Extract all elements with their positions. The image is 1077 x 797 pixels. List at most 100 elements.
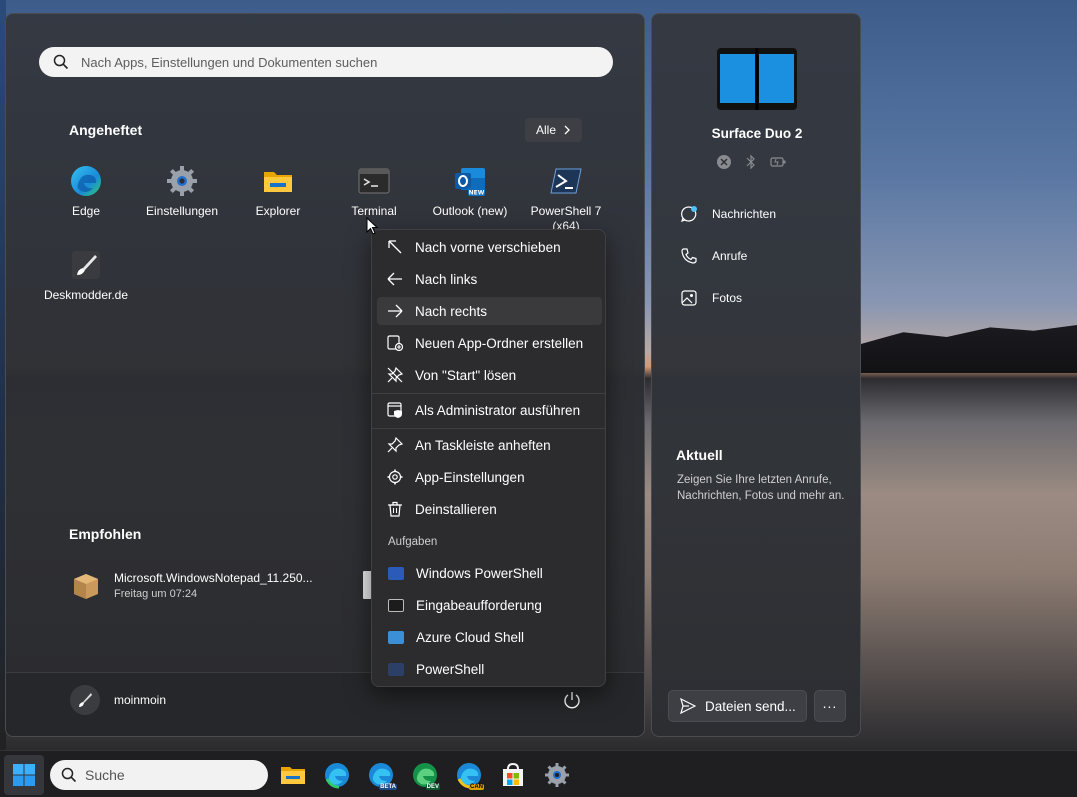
nav-messages[interactable]: Nachrichten bbox=[680, 205, 776, 223]
more-icon: ... bbox=[822, 695, 838, 711]
taskbar-search-input[interactable] bbox=[85, 767, 255, 783]
device-name: Surface Duo 2 bbox=[711, 126, 803, 141]
task-azure-cloud-shell[interactable]: Azure Cloud Shell bbox=[377, 623, 602, 651]
pinned-app-outlook[interactable]: NEW Outlook (new) bbox=[424, 164, 516, 218]
trash-icon bbox=[388, 501, 402, 517]
powershell-icon bbox=[550, 168, 582, 194]
bluetooth-icon bbox=[746, 154, 755, 170]
arrow-up-left-icon bbox=[388, 240, 402, 254]
menu-item-unpin-start[interactable]: Von "Start" lösen bbox=[377, 361, 602, 389]
settings-icon[interactable] bbox=[543, 761, 571, 789]
all-apps-button[interactable]: Alle bbox=[525, 118, 582, 142]
app-label: Einstellungen bbox=[145, 204, 219, 218]
menu-item-label: Nach vorne verschieben bbox=[415, 239, 561, 255]
tasks-header: Aufgaben bbox=[388, 536, 438, 548]
edge-dev-button[interactable]: DEV bbox=[411, 761, 440, 790]
device-status bbox=[716, 154, 786, 170]
windows-start-icon bbox=[13, 764, 35, 786]
mouse-cursor-icon bbox=[366, 217, 378, 235]
start-search-input[interactable] bbox=[81, 54, 581, 70]
menu-item-new-folder[interactable]: Neuen App-Ordner erstellen bbox=[377, 329, 602, 357]
disconnected-icon bbox=[717, 155, 731, 169]
menu-item-move-right[interactable]: Nach rechts bbox=[377, 297, 602, 325]
task-command-prompt[interactable]: Eingabeaufforderung bbox=[377, 591, 602, 619]
windows-powershell-icon bbox=[388, 566, 404, 580]
recent-title: Aktuell bbox=[676, 447, 723, 463]
edge-icon[interactable] bbox=[323, 761, 351, 789]
user-brush-icon bbox=[79, 693, 92, 707]
menu-item-label: Nach rechts bbox=[415, 303, 488, 319]
task-powershell[interactable]: PowerShell bbox=[377, 655, 602, 683]
menu-item-app-settings[interactable]: App-Einstellungen bbox=[377, 463, 602, 491]
settings-gear-icon bbox=[167, 166, 197, 196]
terminal-icon bbox=[358, 168, 390, 194]
more-options-button[interactable]: ... bbox=[814, 690, 846, 722]
file-explorer-icon[interactable] bbox=[279, 761, 307, 789]
pinned-app-powershell7[interactable]: PowerShell 7 (x64) bbox=[520, 164, 612, 233]
pin-icon bbox=[387, 437, 403, 453]
phone-link-panel: Surface Duo 2 Nachrichten Anrufe Fotos A… bbox=[651, 13, 861, 737]
svg-text:NEW: NEW bbox=[469, 190, 485, 197]
menu-item-uninstall[interactable]: Deinstallieren bbox=[377, 495, 602, 523]
canary-badge: CAN bbox=[469, 784, 484, 790]
shield-window-icon bbox=[387, 402, 402, 418]
menu-item-label: Windows PowerShell bbox=[416, 565, 543, 581]
menu-item-move-left[interactable]: Nach links bbox=[377, 265, 602, 293]
store-icon[interactable] bbox=[499, 761, 527, 789]
menu-item-run-as-admin[interactable]: Als Administrator ausführen bbox=[377, 396, 602, 424]
taskbar-search[interactable] bbox=[50, 760, 268, 790]
recommended-item[interactable]: Microsoft.WindowsNotepad_11.250... Freit… bbox=[70, 569, 313, 601]
menu-item-label: Von "Start" lösen bbox=[415, 367, 517, 383]
outlook-icon: NEW bbox=[455, 168, 485, 197]
send-files-button[interactable]: Dateien send... bbox=[668, 690, 807, 722]
nav-label: Fotos bbox=[712, 291, 743, 305]
task-windows-powershell[interactable]: Windows PowerShell bbox=[377, 559, 602, 587]
user-account-button[interactable]: moinmoin bbox=[70, 685, 166, 715]
search-icon bbox=[53, 54, 69, 70]
battery-icon bbox=[770, 157, 786, 167]
azure-cloud-shell-icon bbox=[388, 630, 404, 644]
menu-item-label: Eingabeaufforderung bbox=[416, 597, 542, 613]
edge-icon bbox=[71, 166, 101, 196]
dev-badge: DEV bbox=[425, 784, 440, 790]
menu-item-label: Deinstallieren bbox=[415, 501, 497, 517]
recent-description: Zeigen Sie Ihre letzten Anrufe, Nachrich… bbox=[677, 474, 845, 502]
nav-calls[interactable]: Anrufe bbox=[680, 247, 747, 265]
start-button[interactable] bbox=[4, 755, 44, 795]
desktop-wallpaper-hills bbox=[860, 325, 1077, 373]
menu-item-label: Neuen App-Ordner erstellen bbox=[415, 335, 584, 351]
menu-item-label: Als Administrator ausführen bbox=[415, 402, 581, 418]
cmd-icon bbox=[388, 598, 404, 612]
arrow-left-icon bbox=[387, 272, 402, 286]
package-icon bbox=[74, 574, 98, 599]
brush-icon bbox=[72, 251, 100, 279]
send-icon bbox=[680, 698, 696, 714]
context-menu: Nach vorne verschieben Nach links Nach r… bbox=[371, 229, 606, 687]
start-search-box[interactable] bbox=[39, 47, 613, 77]
pinned-app-deskmodder[interactable]: Deskmodder.de bbox=[40, 248, 132, 302]
app-label: Outlook (new) bbox=[432, 204, 508, 218]
pinned-app-edge[interactable]: Edge bbox=[40, 164, 132, 218]
pinned-app-terminal[interactable]: Terminal bbox=[328, 164, 420, 218]
menu-item-move-to-front[interactable]: Nach vorne verschieben bbox=[377, 233, 602, 261]
app-label: Deskmodder.de bbox=[43, 288, 129, 302]
power-icon[interactable] bbox=[562, 690, 582, 710]
recommended-subtitle: Freitag um 07:24 bbox=[114, 587, 198, 600]
chevron-right-icon bbox=[564, 125, 570, 135]
menu-separator bbox=[372, 393, 605, 394]
avatar bbox=[70, 685, 100, 715]
folder-icon bbox=[264, 172, 292, 192]
send-files-label: Dateien send... bbox=[705, 698, 796, 714]
all-apps-label: Alle bbox=[535, 123, 556, 137]
edge-beta-button[interactable]: BETA bbox=[367, 761, 397, 790]
search-icon bbox=[61, 767, 77, 783]
menu-item-label: An Taskleiste anheften bbox=[415, 437, 551, 453]
menu-separator bbox=[372, 428, 605, 429]
menu-item-pin-taskbar[interactable]: An Taskleiste anheften bbox=[377, 431, 602, 459]
arrow-right-icon bbox=[388, 304, 403, 318]
nav-photos[interactable]: Fotos bbox=[680, 289, 742, 307]
edge-canary-button[interactable]: CAN bbox=[455, 761, 484, 790]
surface-duo-icon bbox=[717, 48, 797, 110]
pinned-app-explorer[interactable]: Explorer bbox=[232, 164, 324, 218]
pinned-app-settings[interactable]: Einstellungen bbox=[136, 164, 228, 218]
